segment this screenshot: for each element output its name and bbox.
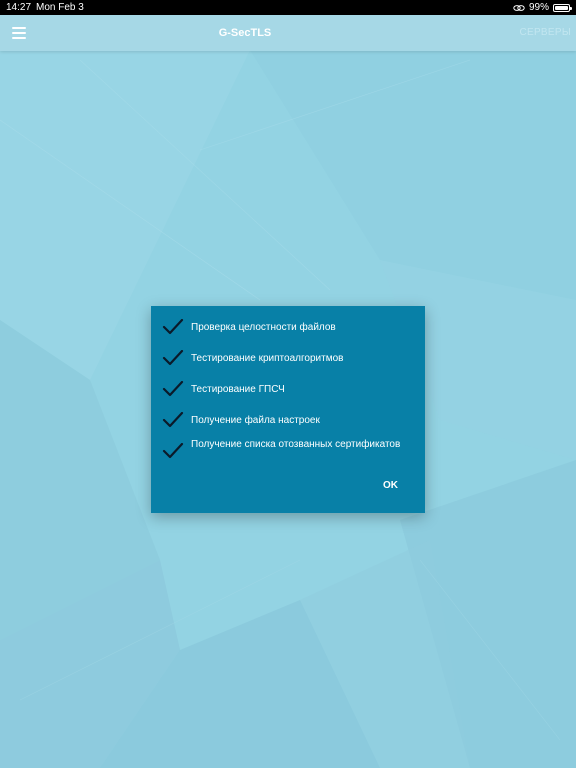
check-label: Тестирование криптоалгоритмов xyxy=(191,352,344,364)
battery-percent: 99% xyxy=(528,2,549,13)
ok-button[interactable]: OK xyxy=(380,478,401,493)
status-dialog: Проверка целостности файлов Тестирование… xyxy=(151,306,425,513)
app-bar: G-SecTLS СЕРВЕРЫ xyxy=(0,15,576,51)
status-time: 14:27 xyxy=(6,2,32,13)
check-item-revocation-list: Получение списка отозванных сертификатов xyxy=(151,438,425,464)
check-label: Получение списка отозванных сертификатов xyxy=(191,439,401,450)
status-indicators: 99% xyxy=(509,0,572,15)
app-title: G-SecTLS xyxy=(218,27,272,39)
checkmark-icon xyxy=(162,319,184,335)
checkmark-icon xyxy=(162,381,184,397)
status-bar: 14:27 Mon Feb 3 99% xyxy=(0,0,576,15)
check-item-file-integrity: Проверка целостности файлов xyxy=(151,319,425,335)
check-item-prng: Тестирование ГПСЧ xyxy=(151,381,425,397)
link-icon xyxy=(513,4,525,11)
check-item-settings-file: Получение файла настроек xyxy=(151,412,425,428)
checkmark-icon xyxy=(162,350,184,366)
check-item-crypto-algorithms: Тестирование криптоалгоритмов xyxy=(151,350,425,366)
check-label: Получение файла настроек xyxy=(191,414,320,426)
battery-fill xyxy=(555,5,568,10)
checkmark-icon xyxy=(162,443,184,459)
checkmark-icon xyxy=(162,412,184,428)
servers-button[interactable]: СЕРВЕРЫ xyxy=(519,15,571,51)
check-label: Тестирование ГПСЧ xyxy=(191,383,285,395)
status-date: Mon Feb 3 xyxy=(36,2,84,13)
app-screen: 14:27 Mon Feb 3 99% G-SecTLS СЕРВЕРЫ Про… xyxy=(0,0,576,768)
check-label: Проверка целостности файлов xyxy=(191,321,336,333)
battery-icon xyxy=(553,3,572,12)
